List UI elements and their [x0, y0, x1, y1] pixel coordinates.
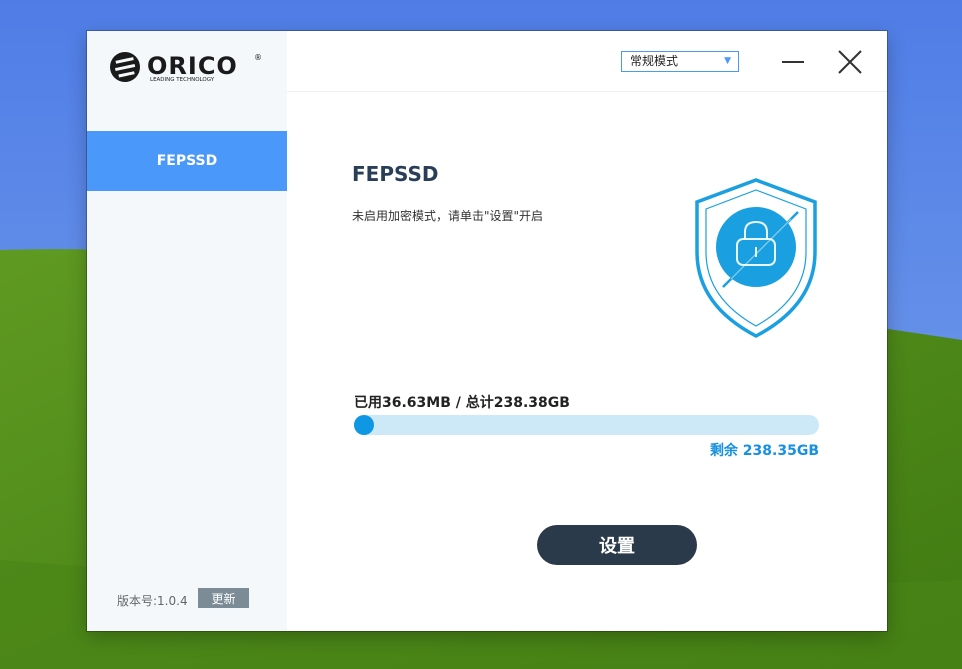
version-label: 版本号:1.0.4	[117, 594, 188, 608]
brand-tagline: LEADING TECHNOLOGY	[150, 77, 215, 83]
usage-text: 已用36.63MB / 总计238.38GB	[354, 395, 570, 411]
settings-button[interactable]: 设置	[537, 525, 697, 565]
mode-select[interactable]: 常规模式 ▼	[621, 51, 739, 72]
brand-name: ORICO	[147, 52, 238, 80]
close-button[interactable]	[837, 49, 863, 75]
minimize-button[interactable]	[781, 50, 807, 74]
sidebar: ORICO LEADING TECHNOLOGY ® FEPSSD 版本号:1.…	[87, 31, 287, 631]
chevron-down-icon: ▼	[724, 56, 731, 66]
encryption-hint: 未启用加密模式，请单击"设置"开启	[352, 209, 544, 223]
topbar: 常规模式 ▼	[287, 31, 887, 92]
storage-progress-bar	[354, 415, 819, 435]
svg-text:®: ®	[254, 53, 262, 62]
close-icon	[838, 50, 862, 74]
remaining-text: 剩余 238.35GB	[709, 443, 819, 459]
storage-progress-fill	[354, 415, 374, 435]
shield-lock-icon	[695, 178, 817, 338]
update-button[interactable]: 更新	[198, 588, 249, 608]
orico-logo: ORICO LEADING TECHNOLOGY ®	[107, 47, 267, 87]
mode-select-value: 常规模式	[630, 54, 679, 68]
drive-title: FEPSSD	[352, 162, 439, 186]
sidebar-item-fepssd[interactable]: FEPSSD	[87, 131, 287, 191]
app-window: ORICO LEADING TECHNOLOGY ® FEPSSD 版本号:1.…	[87, 31, 887, 631]
sidebar-item-label: FEPSSD	[156, 153, 218, 169]
